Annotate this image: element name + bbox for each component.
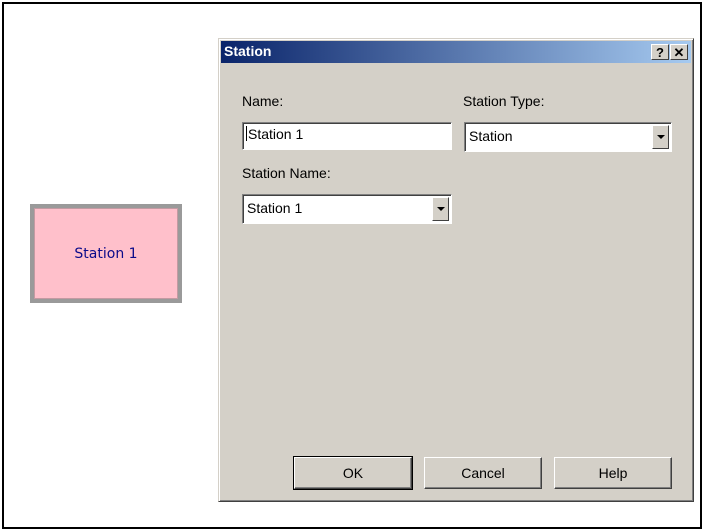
station-type-label: Station Type: [463, 93, 545, 109]
text-caret [246, 126, 247, 141]
name-label: Name: [242, 93, 284, 109]
chevron-down-icon[interactable] [652, 125, 669, 149]
name-input[interactable]: Station 1 [242, 122, 452, 150]
station-module-shape[interactable]: Station 1 [30, 204, 182, 303]
cancel-button[interactable]: Cancel [424, 457, 542, 489]
help-icon[interactable]: ? [651, 44, 669, 60]
station-name-label: Station Name: [242, 165, 331, 181]
dialog-titlebar[interactable]: Station ? ✕ [221, 41, 691, 63]
help-button[interactable]: Help [554, 457, 672, 489]
station-name-dropdown[interactable]: Station 1 [242, 194, 452, 224]
station-module-label: Station 1 [34, 208, 178, 299]
name-input-value: Station 1 [248, 126, 304, 142]
close-icon[interactable]: ✕ [670, 44, 688, 60]
chevron-down-icon[interactable] [432, 197, 449, 221]
station-name-value: Station 1 [247, 200, 303, 216]
station-type-dropdown[interactable]: Station [464, 122, 672, 152]
station-dialog: Station ? ✕ Name: Station 1 Station Type… [218, 38, 694, 502]
dialog-title: Station [224, 43, 272, 59]
ok-button[interactable]: OK [293, 456, 413, 490]
station-type-value: Station [469, 128, 513, 144]
